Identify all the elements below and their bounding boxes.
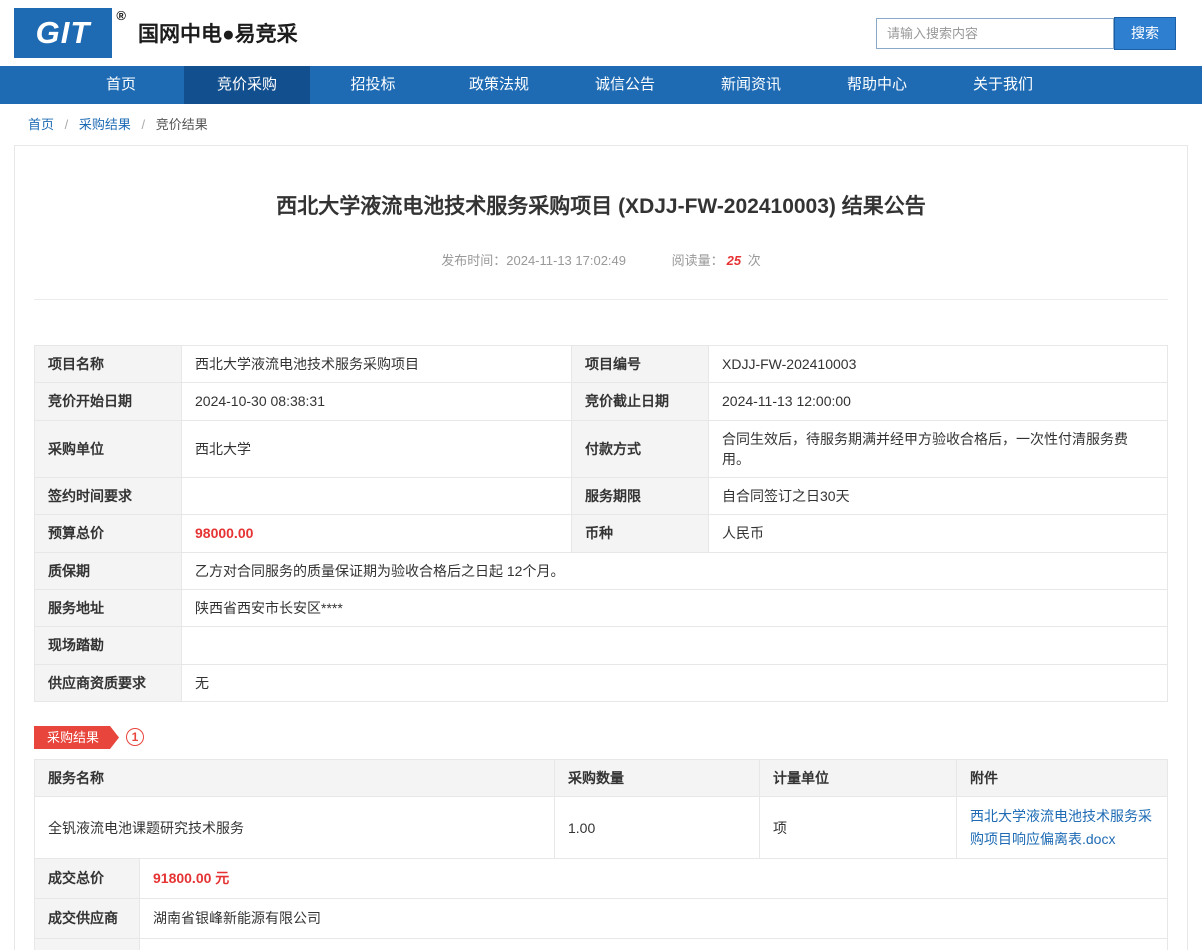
article-header: 西北大学液流电池技术服务采购项目 (XDJJ-FW-202410003) 结果公… (34, 146, 1168, 300)
info-label: 竞价截止日期 (572, 383, 709, 420)
nav-item-home[interactable]: 首页 (58, 66, 184, 104)
info-value (182, 478, 572, 515)
search-button[interactable]: 搜索 (1114, 17, 1176, 50)
nav-item-tender[interactable]: 招投标 (310, 66, 436, 104)
table-row: 竞价开始日期 2024-10-30 08:38:31 竞价截止日期 2024-1… (35, 383, 1168, 420)
site-logo[interactable]: GIT ® (14, 8, 112, 58)
info-value: 西北大学 (182, 420, 572, 478)
info-value: XDJJ-FW-202410003 (709, 346, 1168, 383)
logo-text: GIT (36, 15, 91, 51)
table-row: 全钒液流电池课题研究技术服务 1.00 项 西北大学液流电池技术服务采购项目响应… (35, 797, 1168, 859)
views-label: 阅读量： (672, 253, 724, 268)
info-label: 项目名称 (35, 346, 182, 383)
main-nav: 首页 竞价采购 招投标 政策法规 诚信公告 新闻资讯 帮助中心 关于我们 (0, 66, 1202, 104)
summary-label: 成交供应商 (35, 899, 140, 939)
info-label: 付款方式 (572, 420, 709, 478)
article-meta: 发布时间：2024-11-13 17:02:49 阅读量：25 次 (34, 250, 1168, 269)
table-row: 签约时间要求 服务期限 自合同签订之日30天 (35, 478, 1168, 515)
publish-time-value: 2024-11-13 17:02:49 (506, 253, 626, 268)
nav-item-news[interactable]: 新闻资讯 (688, 66, 814, 104)
breadcrumb-separator: / (65, 117, 69, 132)
info-label: 竞价开始日期 (35, 383, 182, 420)
winning-supplier: 湖南省银峰新能源有限公司 (140, 899, 1168, 939)
service-name-cell: 全钒液流电池课题研究技术服务 (35, 797, 555, 859)
table-row: 成交供应商 湖南省银峰新能源有限公司 (35, 899, 1168, 939)
nav-item-help[interactable]: 帮助中心 (814, 66, 940, 104)
table-row: 供应商资质要求 无 (35, 664, 1168, 701)
table-header-row: 服务名称 采购数量 计量单位 附件 (35, 759, 1168, 796)
column-header: 服务名称 (35, 759, 555, 796)
nav-item-about[interactable]: 关于我们 (940, 66, 1066, 104)
info-label: 采购单位 (35, 420, 182, 478)
table-row: 成交总价 91800.00 元 (35, 859, 1168, 899)
attachment-cell: 西北大学液流电池技术服务采购项目响应偏离表.docx (957, 797, 1168, 859)
info-label: 服务地址 (35, 590, 182, 627)
info-label: 供应商资质要求 (35, 664, 182, 701)
info-label: 币种 (572, 515, 709, 552)
info-value: 西北大学液流电池技术服务采购项目 (182, 346, 572, 383)
info-label: 服务期限 (572, 478, 709, 515)
site-name: 国网中电●易竞采 (138, 18, 298, 48)
unit-cell: 项 (760, 797, 957, 859)
budget-total-value: 98000.00 (182, 515, 572, 552)
info-value (182, 627, 1168, 664)
breadcrumb-current: 竞价结果 (156, 117, 208, 132)
table-row: 现场踏勘 (35, 627, 1168, 664)
info-value: 人民币 (709, 515, 1168, 552)
table-row: 预算总价 98000.00 币种 人民币 (35, 515, 1168, 552)
views-unit: 次 (748, 253, 761, 268)
breadcrumb-purchase-results-link[interactable]: 采购结果 (79, 117, 131, 132)
views-count: 25 (727, 253, 741, 268)
summary-label: 成交总价 (35, 859, 140, 899)
info-value: 2024-11-13 12:00:00 (709, 383, 1168, 420)
breadcrumb-separator: / (142, 117, 146, 132)
info-label: 预算总价 (35, 515, 182, 552)
info-label: 签约时间要求 (35, 478, 182, 515)
purchase-result-section-header: 采购结果 1 (34, 726, 1168, 749)
nav-item-bidding-purchase[interactable]: 竞价采购 (184, 66, 310, 104)
column-header: 采购数量 (555, 759, 760, 796)
info-value: 合同生效后，待服务期满并经甲方验收合格后，一次性付清服务费用。 (709, 420, 1168, 478)
column-header: 计量单位 (760, 759, 957, 796)
attachment-link[interactable]: 西北大学液流电池技术服务采购项目响应偏离表.docx (970, 808, 1152, 846)
result-summary-table: 成交总价 91800.00 元 成交供应商 湖南省银峰新能源有限公司 质保及售后… (34, 858, 1168, 950)
info-value: 自合同签订之日30天 (709, 478, 1168, 515)
top-header: GIT ® 国网中电●易竞采 搜索 (0, 0, 1202, 66)
warranty-terms: 1）乙方对合同服务的质量保证期为验收合格后之日起 12 个月。 2）根据甲方按检… (140, 939, 1168, 950)
breadcrumb-home-link[interactable]: 首页 (28, 117, 54, 132)
info-label: 项目编号 (572, 346, 709, 383)
info-value: 无 (182, 664, 1168, 701)
table-row: 项目名称 西北大学液流电池技术服务采购项目 项目编号 XDJJ-FW-20241… (35, 346, 1168, 383)
table-row: 服务地址 陕西省西安市长安区**** (35, 590, 1168, 627)
nav-item-integrity[interactable]: 诚信公告 (562, 66, 688, 104)
table-row: 采购单位 西北大学 付款方式 合同生效后，待服务期满并经甲方验收合格后，一次性付… (35, 420, 1168, 478)
announcement-card: 西北大学液流电池技术服务采购项目 (XDJJ-FW-202410003) 结果公… (14, 145, 1188, 950)
summary-label: 质保及售后服务 (35, 939, 140, 950)
registered-mark-icon: ® (116, 8, 127, 23)
project-info-table: 项目名称 西北大学液流电池技术服务采购项目 项目编号 XDJJ-FW-20241… (34, 345, 1168, 702)
quantity-cell: 1.00 (555, 797, 760, 859)
breadcrumb: 首页 / 采购结果 / 竞价结果 (0, 104, 1202, 142)
search-bar: 搜索 (876, 17, 1176, 50)
publish-time-label: 发布时间： (441, 253, 506, 268)
page-title: 西北大学液流电池技术服务采购项目 (XDJJ-FW-202410003) 结果公… (34, 190, 1168, 220)
info-label: 质保期 (35, 552, 182, 589)
column-header: 附件 (957, 759, 1168, 796)
info-value: 2024-10-30 08:38:31 (182, 383, 572, 420)
info-value: 乙方对合同服务的质量保证期为验收合格后之日起 12个月。 (182, 552, 1168, 589)
purchase-result-ribbon-badge: 采购结果 (34, 726, 119, 749)
table-row: 质保期 乙方对合同服务的质量保证期为验收合格后之日起 12个月。 (35, 552, 1168, 589)
info-value: 陕西省西安市长安区**** (182, 590, 1168, 627)
nav-item-policy[interactable]: 政策法规 (436, 66, 562, 104)
info-label: 现场踏勘 (35, 627, 182, 664)
result-number-badge: 1 (126, 728, 144, 746)
deal-total-price: 91800.00 元 (140, 859, 1168, 899)
purchase-result-table: 服务名称 采购数量 计量单位 附件 全钒液流电池课题研究技术服务 1.00 项 … (34, 759, 1168, 859)
search-input[interactable] (876, 18, 1114, 49)
table-row: 质保及售后服务 1）乙方对合同服务的质量保证期为验收合格后之日起 12 个月。 … (35, 939, 1168, 950)
